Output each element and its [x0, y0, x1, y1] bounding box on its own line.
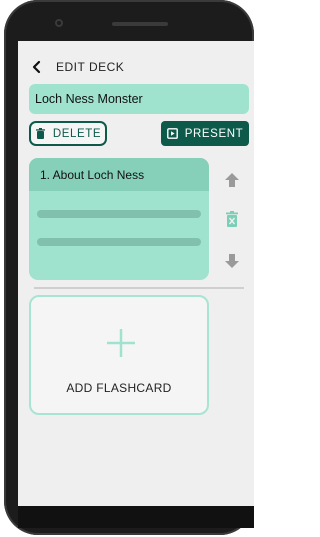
flashcard-item[interactable]: 1. About Loch Ness — [29, 158, 209, 280]
camera-icon — [55, 19, 63, 27]
app-screen: EDIT DECK Loch Ness Monster DELETE PRESE… — [18, 41, 254, 506]
phone-frame: EDIT DECK Loch Ness Monster DELETE PRESE… — [4, 0, 254, 535]
present-button[interactable]: PRESENT — [161, 121, 249, 146]
present-label: PRESENT — [184, 127, 244, 140]
arrow-up-icon[interactable] — [224, 172, 240, 188]
delete-label: DELETE — [52, 127, 102, 140]
speaker-grille — [112, 22, 168, 26]
add-flashcard-button[interactable]: ADD FLASHCARD — [29, 295, 209, 415]
arrow-down-icon[interactable] — [224, 253, 240, 269]
flashcard-title-bar: 1. About Loch Ness — [29, 158, 209, 191]
plus-icon — [107, 329, 135, 357]
page-title: EDIT DECK — [56, 60, 125, 74]
flashcard-content-line — [37, 238, 201, 246]
deck-name-input[interactable]: Loch Ness Monster — [29, 84, 249, 114]
flashcard-content-line — [37, 210, 201, 218]
chevron-left-icon[interactable] — [30, 60, 44, 74]
delete-button[interactable]: DELETE — [29, 121, 107, 146]
header: EDIT DECK — [30, 57, 124, 77]
bottom-bezel — [18, 506, 254, 528]
present-icon — [166, 128, 178, 139]
delete-card-icon[interactable] — [224, 211, 240, 227]
flashcard-title: 1. About Loch Ness — [40, 167, 145, 182]
divider — [34, 287, 244, 289]
add-flashcard-label: ADD FLASHCARD — [66, 381, 172, 395]
trash-icon — [35, 128, 45, 139]
